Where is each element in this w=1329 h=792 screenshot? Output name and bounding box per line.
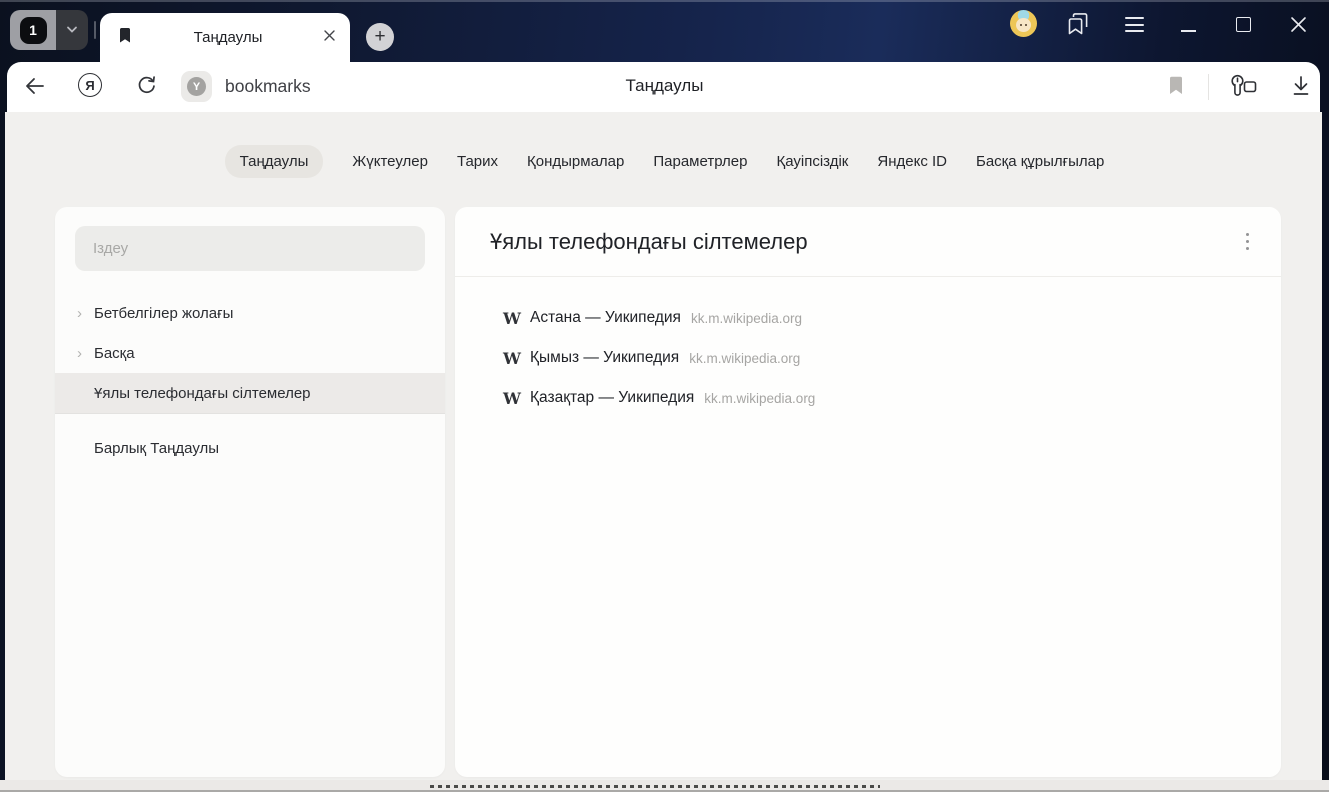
tab-title: Таңдаулы [133,29,323,46]
bookmarks-panel-icon[interactable] [1065,11,1091,42]
sidebar-item-other[interactable]: › Басқа [55,333,445,373]
avatar[interactable] [1010,10,1037,37]
nav-tab-downloads[interactable]: Жүктеулер [352,145,428,178]
toolbar-divider [1208,74,1209,100]
bookmarks-panel: Ұялы телефондағы сілтемелер W Астана — У… [455,207,1281,777]
bookmark-list: W Астана — Уикипедия kk.m.wikipedia.org … [455,277,1281,418]
bookmark-url: kk.m.wikipedia.org [691,311,802,326]
tab-group-count[interactable]: 1 [10,10,56,50]
sidebar-item-mobile-links[interactable]: Ұялы телефондағы сілтемелер [55,373,445,414]
new-tab-button[interactable]: + [366,23,394,51]
maximize-button[interactable] [1236,17,1251,32]
bookmark-icon [118,27,133,49]
bookmark-row[interactable]: W Қымыз — Уикипедия kk.m.wikipedia.org [455,338,1281,378]
folder-list: › Бетбелгілер жолағы › Басқа Ұялы телефо… [55,293,445,468]
yandex-favicon-glyph: Y [187,77,206,96]
tab-close-icon[interactable] [323,29,336,47]
bookmark-row[interactable]: W Қазақтар — Уикипедия kk.m.wikipedia.or… [455,378,1281,418]
sidebar-item-label: Бетбелгілер жолағы [94,305,233,322]
bookmark-row[interactable]: W Астана — Уикипедия kk.m.wikipedia.org [455,298,1281,338]
tab-strip: 1 Таңдаулы + [0,0,1329,62]
chevron-right-icon[interactable]: › [77,305,94,322]
taskbar-icons-clipped [430,785,880,788]
search-input[interactable] [75,226,425,271]
page-favicon: Y [181,71,212,102]
bookmark-url: kk.m.wikipedia.org [704,391,815,406]
nav-tab-bookmarks[interactable]: Таңдаулы [225,145,324,178]
refresh-icon[interactable] [135,74,158,102]
sidebar-item-label: Басқа [94,345,135,362]
nav-tab-security[interactable]: Қауіпсіздік [776,145,848,178]
bookmark-title[interactable]: Қазақтар — Уикипедия [530,389,694,407]
bookmark-url: kk.m.wikipedia.org [689,351,800,366]
tab-count-badge: 1 [20,17,47,44]
nav-tab-yandex-id[interactable]: Яндекс ID [877,145,947,178]
sidebar-item-label: Барлық Таңдаулы [94,440,219,457]
back-icon[interactable] [24,75,46,102]
tab-group-button[interactable]: 1 [10,10,88,50]
sidebar-item-label: Ұялы телефондағы сілтемелер [94,385,311,402]
nav-tab-history[interactable]: Тарих [457,145,498,178]
kebab-menu-icon[interactable] [1240,227,1256,257]
yandex-home-icon[interactable]: Я [78,73,102,97]
menu-icon[interactable] [1125,17,1144,37]
sidebar-item-all-bookmarks[interactable]: Барлық Таңдаулы [55,428,445,468]
password-manager-icon[interactable] [1228,73,1258,105]
address-bar-url[interactable]: bookmarks [225,76,311,97]
bookmark-title[interactable]: Астана — Уикипедия [530,309,681,327]
panel-header: Ұялы телефондағы сілтемелер [455,207,1281,277]
close-button[interactable] [1290,16,1307,38]
bookmarks-sidebar: › Бетбелгілер жолағы › Басқа Ұялы телефо… [55,207,445,777]
nav-tab-other-devices[interactable]: Басқа құрылғылар [976,145,1104,178]
wikipedia-icon: W [503,389,530,408]
settings-nav: Таңдаулы Жүктеулер Тарих Қондырмалар Пар… [0,145,1329,178]
download-icon[interactable] [1290,74,1312,103]
chevron-right-icon[interactable]: › [77,345,94,362]
chevron-down-icon [66,21,78,39]
sidebar-item-bookmarks-bar[interactable]: › Бетбелгілер жолағы [55,293,445,333]
tabstrip-divider [94,21,96,39]
taskbar-edge [0,780,1329,792]
tab-group-expander[interactable] [56,10,88,50]
address-bar-page-title: Таңдаулы [300,76,1029,96]
minimize-button[interactable] [1181,30,1196,32]
tab-active[interactable]: Таңдаулы [100,13,350,62]
wikipedia-icon: W [503,349,530,368]
nav-tab-settings[interactable]: Параметрлер [653,145,747,178]
wikipedia-icon: W [503,309,530,328]
bookmark-title[interactable]: Қымыз — Уикипедия [530,349,679,367]
nav-tab-extensions[interactable]: Қондырмалар [527,145,624,178]
bookmark-flag-icon[interactable] [1169,76,1183,100]
browser-window: 1 Таңдаулы + [0,0,1329,792]
page-title: Ұялы телефондағы сілтемелер [490,229,1240,255]
